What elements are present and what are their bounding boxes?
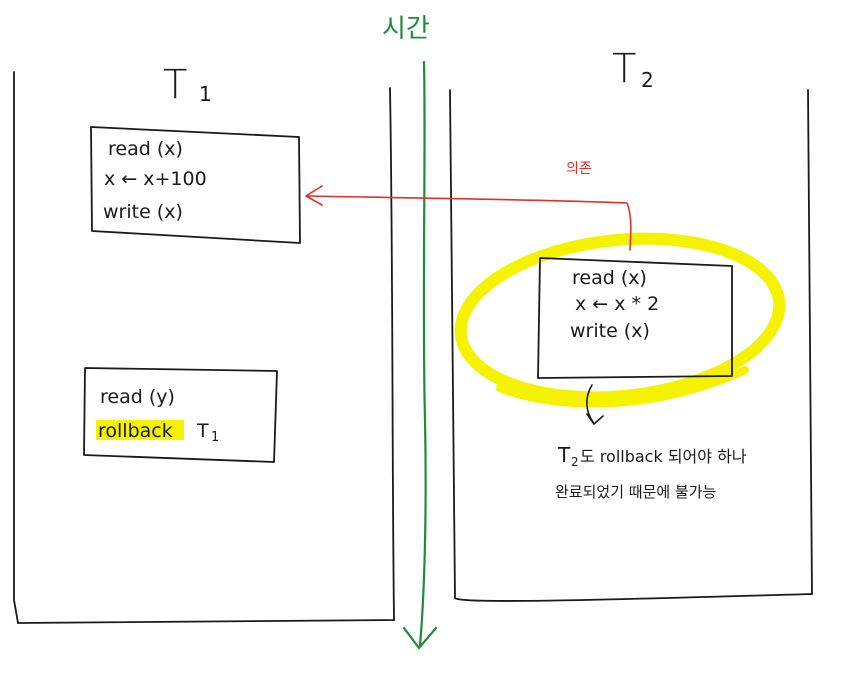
note-line1-prefix: T: [557, 443, 571, 467]
t1-box1-line2: x ← x+100: [104, 168, 207, 190]
t1-title: T: [163, 62, 187, 108]
t2-box-line2: x ← x * 2: [575, 293, 659, 315]
t2-title: T: [612, 46, 636, 92]
t1-title-sub: 1: [199, 82, 212, 106]
t1-box2-rollback-target-sub: 1: [211, 430, 219, 445]
t1-box1-line1: read (x): [108, 138, 183, 160]
t1-operation-box-1: read (x) x ← x+100 write (x): [90, 126, 301, 244]
dependency-label: 의존: [566, 161, 592, 177]
note-line1-sub: 2: [571, 455, 579, 469]
t1-box2-line1: read (y): [100, 386, 175, 408]
t2-operation-box: read (x) x ← x * 2 write (x): [537, 257, 733, 379]
note-line2: 완료되었기 때문에 불가능: [555, 483, 717, 501]
diagram-canvas: 시간 T 1 T 2 read (x) x ← x+100 write (x) …: [13, 14, 813, 650]
t1-column: [13, 71, 395, 624]
note-line1-rest: 도 rollback 되어야 하나: [580, 447, 747, 466]
time-label: 시간: [382, 14, 430, 44]
t1-box2-rollback: rollback: [98, 420, 173, 442]
t2-highlight-ellipse: [454, 232, 786, 408]
t1-box1-line3: write (x): [103, 201, 183, 223]
rollback-note: T 2 도 rollback 되어야 하나 완료되었기 때문에 불가능: [555, 443, 747, 501]
t2-title-sub: 2: [641, 68, 654, 92]
timeline-arrow: [402, 60, 438, 650]
t1-box2-rollback-target: T: [196, 420, 209, 442]
t2-box-line1: read (x): [572, 267, 647, 289]
t1-operation-box-2: read (y) rollback T 1: [83, 367, 278, 463]
t2-box-line3: write (x): [570, 320, 650, 342]
